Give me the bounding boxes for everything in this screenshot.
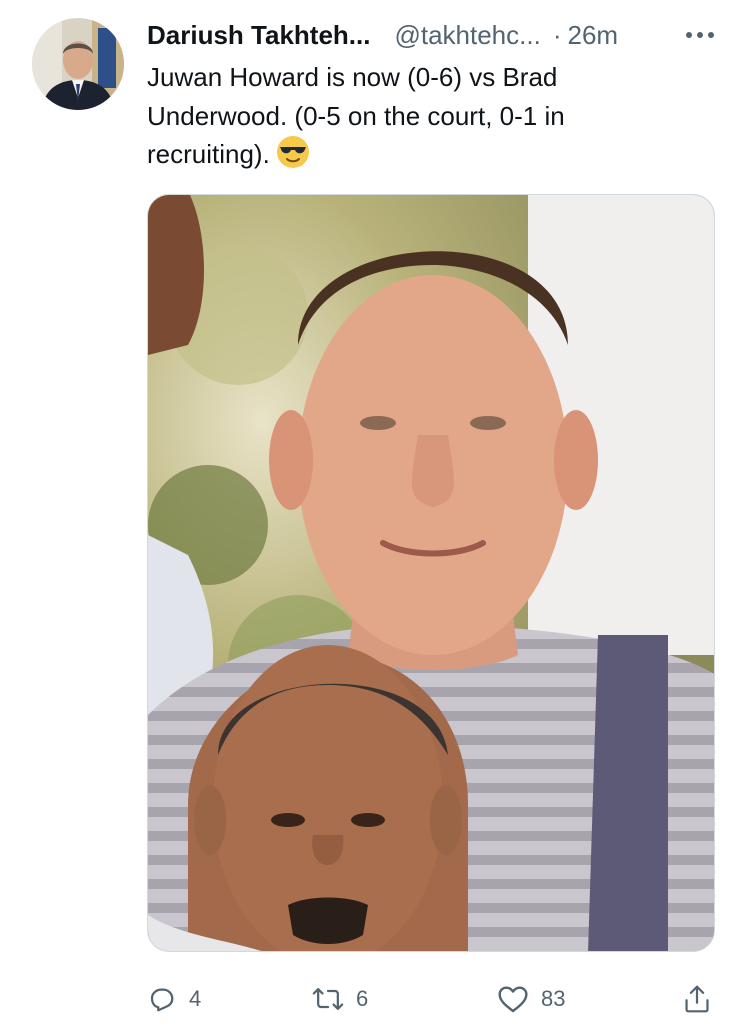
more-options-button[interactable]: [682, 22, 718, 48]
author-handle[interactable]: @takhtehc...: [394, 20, 540, 51]
more-horizontal-icon: [686, 32, 714, 38]
tweet-text-line: recruiting).: [147, 139, 270, 169]
like-count: 83: [541, 986, 566, 1011]
tweet-header: Dariush Takhteh... @takhtehc... · 26m: [147, 18, 727, 52]
reply-count: 4: [189, 986, 202, 1011]
author-display-name[interactable]: Dariush Takhteh...: [147, 20, 370, 51]
retweet-button[interactable]: 6: [312, 980, 368, 1018]
tweet-text-line: Juwan Howard is now (0-6) vs Brad: [147, 62, 558, 92]
like-button[interactable]: 83: [497, 980, 565, 1018]
tweet-timestamp[interactable]: 26m: [567, 20, 618, 51]
tweet-text-line-with-emoji: recruiting).: [147, 135, 707, 180]
reply-button[interactable]: 4: [147, 980, 201, 1018]
separator-dot: ·: [552, 19, 562, 50]
sunglasses-emoji-icon: [276, 135, 310, 180]
profile-photo: [32, 18, 124, 110]
avatar[interactable]: [32, 18, 124, 110]
tweet-media-photo[interactable]: [147, 194, 715, 952]
share-button[interactable]: [682, 980, 712, 1018]
retweet-count: 6: [356, 986, 369, 1011]
tweet-action-bar: 4 6 83: [147, 980, 727, 1018]
tweet-text-line: Underwood. (0-5 on the court, 0-1 in: [147, 100, 565, 131]
share-icon: [685, 985, 709, 1013]
reply-icon: [150, 988, 174, 1012]
heart-icon: [498, 986, 528, 1013]
tweet-text: Juwan Howard is now (0-6) vs Brad Underw…: [147, 58, 707, 180]
retweet-icon: [312, 988, 344, 1010]
photo-collage-two-faces: [148, 195, 714, 951]
